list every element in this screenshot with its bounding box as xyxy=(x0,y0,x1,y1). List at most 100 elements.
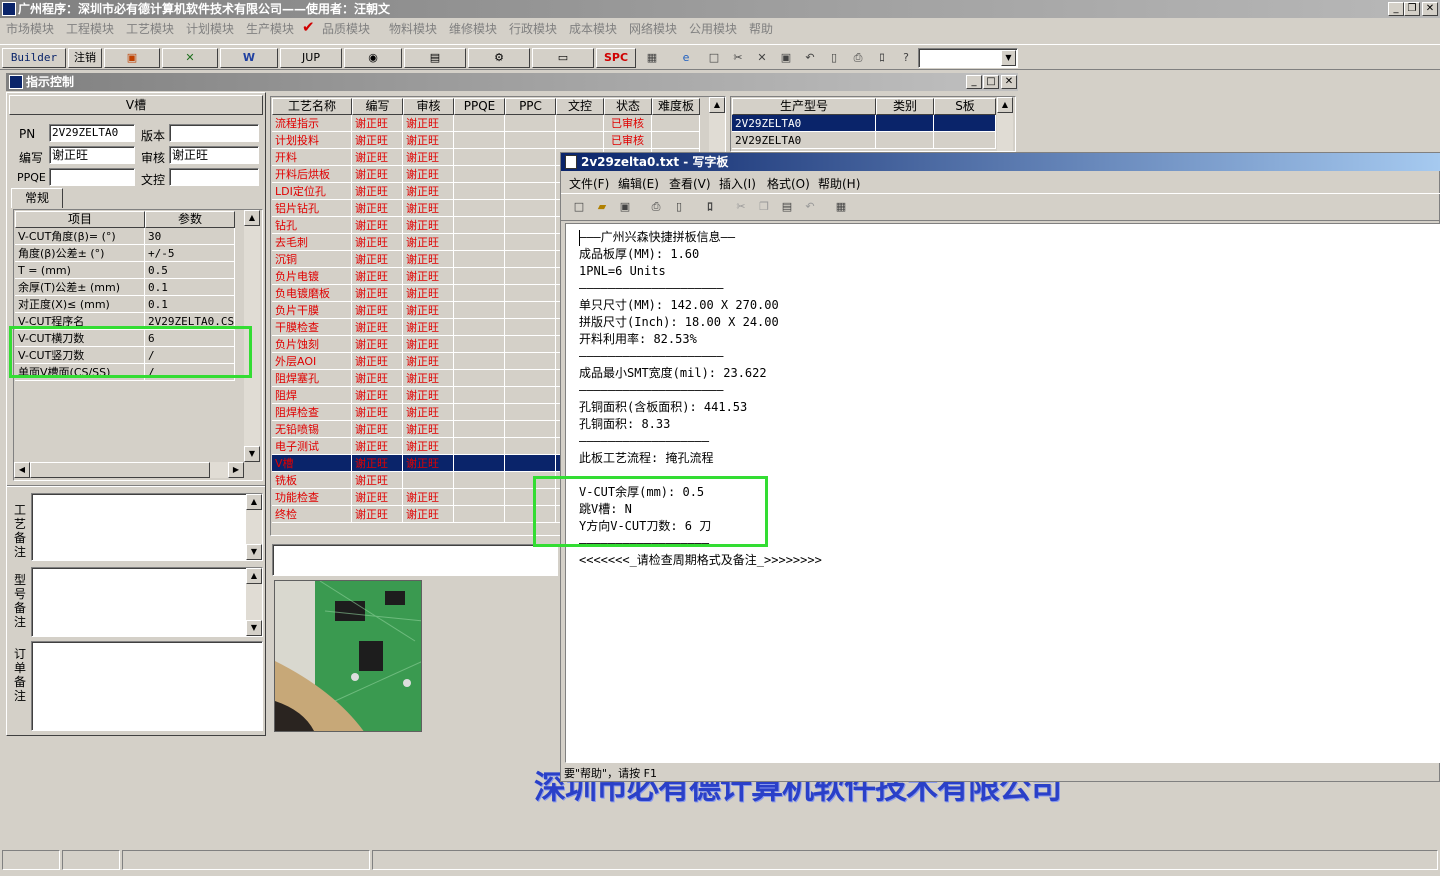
reviewer-field[interactable]: 谢正旺 xyxy=(169,146,259,164)
print-preview-icon[interactable]: ▯ xyxy=(669,198,689,216)
new-icon[interactable]: □ xyxy=(569,198,589,216)
save-icon[interactable]: ▣ xyxy=(776,49,796,67)
wordpad-menu-item[interactable]: 编辑(E) xyxy=(618,175,659,192)
database-icon[interactable]: ▤ xyxy=(404,48,466,68)
order-remark-field[interactable] xyxy=(31,641,263,731)
powerpoint-icon[interactable]: ▣ xyxy=(104,48,160,68)
params-header-item[interactable]: 项目 xyxy=(15,211,145,228)
process-row[interactable]: 流程指示 谢正旺 谢正旺 已审核 xyxy=(272,115,712,132)
undo-icon[interactable]: ↶ xyxy=(800,198,820,216)
params-row[interactable]: 余厚(T)公差± (mm) 0.1 xyxy=(15,279,235,296)
eye-icon[interactable]: ◉ xyxy=(344,48,402,68)
model-row[interactable]: 2V29ZELTA0 xyxy=(732,132,996,149)
copy-icon[interactable]: ❐ xyxy=(754,198,774,216)
tab-general[interactable]: 常规 xyxy=(11,188,63,208)
restore-icon[interactable]: ❐ xyxy=(1404,2,1420,16)
params-row[interactable]: V-CUT角度(β)= (°) 30 xyxy=(15,228,235,245)
process-header-cell[interactable]: 编写 xyxy=(352,98,403,115)
ppqe-field[interactable] xyxy=(49,168,135,186)
print-icon[interactable]: ⎙ xyxy=(646,198,666,216)
minimize-icon[interactable]: _ xyxy=(1388,2,1404,16)
memo-field[interactable] xyxy=(272,544,558,576)
builder-button[interactable]: Builder xyxy=(2,48,66,68)
scroll-down-icon[interactable]: ▼ xyxy=(246,544,262,560)
wordpad-menu-item[interactable]: 文件(F) xyxy=(569,175,609,192)
datetime-icon[interactable]: ▦ xyxy=(831,198,851,216)
preview-icon[interactable]: ▯ xyxy=(824,49,844,67)
menu-item[interactable]: 工程模块 xyxy=(66,20,114,37)
panel-minimize-icon[interactable]: _ xyxy=(966,75,982,89)
menu-item[interactable]: 计划模块 xyxy=(186,20,234,37)
wenkong-field[interactable] xyxy=(169,168,259,186)
process-remark-field[interactable]: ▲ ▼ xyxy=(31,493,263,561)
ie-icon[interactable]: e xyxy=(676,49,696,67)
wordpad-menu-item[interactable]: 帮助(H) xyxy=(818,175,860,192)
params-row[interactable]: 角度(β)公差± (°) +/-5 xyxy=(15,245,235,262)
pn-field[interactable]: 2V29ZELTA0 xyxy=(49,124,135,142)
scroll-down-icon[interactable]: ▼ xyxy=(246,620,262,636)
scroll-up-icon[interactable]: ▲ xyxy=(246,494,262,510)
menu-item[interactable]: 网络模块 xyxy=(629,20,677,37)
wordpad-menu-item[interactable]: 插入(I) xyxy=(719,175,756,192)
panel-maximize-icon[interactable]: □ xyxy=(983,75,999,89)
panel-close-icon[interactable]: ✕ xyxy=(1001,75,1017,89)
word-icon[interactable]: W xyxy=(220,48,278,68)
menu-item[interactable]: 工艺模块 xyxy=(126,20,174,37)
menu-item[interactable]: 行政模块 xyxy=(509,20,557,37)
jup-button[interactable]: JUP xyxy=(280,48,342,68)
menu-item[interactable]: 成本模块 xyxy=(569,20,617,37)
menu-item[interactable]: 公用模块 xyxy=(689,20,737,37)
process-header-cell[interactable]: PPC xyxy=(505,98,556,115)
excel-icon[interactable]: ✕ xyxy=(162,48,218,68)
author-field[interactable]: 谢正旺 xyxy=(49,146,135,164)
network-icon[interactable]: ⚙ xyxy=(468,48,530,68)
process-header-cell[interactable]: PPQE xyxy=(454,98,505,115)
menu-item[interactable]: 维修模块 xyxy=(449,20,497,37)
process-header-cell[interactable]: 工艺名称 xyxy=(272,98,352,115)
process-header-cell[interactable]: 审核 xyxy=(403,98,454,115)
process-row[interactable]: 计划投料 谢正旺 谢正旺 已审核 xyxy=(272,132,712,149)
scroll-up-icon[interactable]: ▲ xyxy=(709,97,725,113)
find-icon[interactable]: ﾛ xyxy=(872,49,892,67)
scroll-up-icon[interactable]: ▲ xyxy=(997,97,1013,113)
model-header-cell[interactable]: 生产型号 xyxy=(732,98,876,115)
print-icon[interactable]: ⎙ xyxy=(848,49,868,67)
computer-icon[interactable]: ▭ xyxy=(532,48,594,68)
delete-icon[interactable]: ✕ xyxy=(752,49,772,67)
params-row[interactable]: 对正度(X)≤ (mm) 0.1 xyxy=(15,296,235,313)
version-field[interactable] xyxy=(169,124,259,142)
params-row[interactable]: T = (mm) 0.5 xyxy=(15,262,235,279)
open-icon[interactable]: ▰ xyxy=(592,198,612,216)
menu-item[interactable]: 生产模块 xyxy=(246,20,294,37)
cut-icon[interactable]: ✂ xyxy=(731,198,751,216)
process-header-cell[interactable]: 文控 xyxy=(556,98,604,115)
wordpad-menu-item[interactable]: 格式(O) xyxy=(767,175,810,192)
toolbar-combo[interactable]: ▼ xyxy=(918,48,1018,68)
hscroll-thumb[interactable] xyxy=(30,462,210,478)
paste-icon[interactable]: ▤ xyxy=(777,198,797,216)
model-remark-field[interactable]: ▲ ▼ xyxy=(31,567,263,637)
new-file-icon[interactable]: □ xyxy=(704,49,724,67)
menu-item[interactable]: 市场模块 xyxy=(6,20,54,37)
calc-icon[interactable]: ▦ xyxy=(642,49,662,67)
model-header-cell[interactable]: S板 xyxy=(934,98,996,115)
help-icon[interactable]: ? xyxy=(896,49,916,67)
scroll-up-icon[interactable]: ▲ xyxy=(244,210,260,226)
menu-item[interactable]: 物料模块 xyxy=(389,20,437,37)
model-row[interactable]: 2V29ZELTA0 xyxy=(732,115,996,132)
wordpad-menu-item[interactable]: 查看(V) xyxy=(669,175,711,192)
params-hscroll[interactable]: ◀ ▶ xyxy=(14,462,244,478)
process-header-cell[interactable]: 难度板 xyxy=(652,98,700,115)
process-header-cell[interactable]: 状态 xyxy=(604,98,652,115)
params-header-value[interactable]: 参数 xyxy=(145,211,235,228)
menu-item[interactable]: 帮助 xyxy=(749,20,773,37)
model-header-cell[interactable]: 类别 xyxy=(876,98,934,115)
menu-item[interactable]: 品质模块 xyxy=(322,20,370,37)
find-icon[interactable]: ﾛ xyxy=(700,198,720,216)
spc-button[interactable]: SPC xyxy=(596,48,636,68)
chevron-down-icon[interactable]: ▼ xyxy=(1001,50,1016,66)
logout-button[interactable]: 注销 xyxy=(68,48,102,68)
scroll-up-icon[interactable]: ▲ xyxy=(246,568,262,584)
cut-icon[interactable]: ✂ xyxy=(728,49,748,67)
scroll-down-icon[interactable]: ▼ xyxy=(244,446,260,462)
